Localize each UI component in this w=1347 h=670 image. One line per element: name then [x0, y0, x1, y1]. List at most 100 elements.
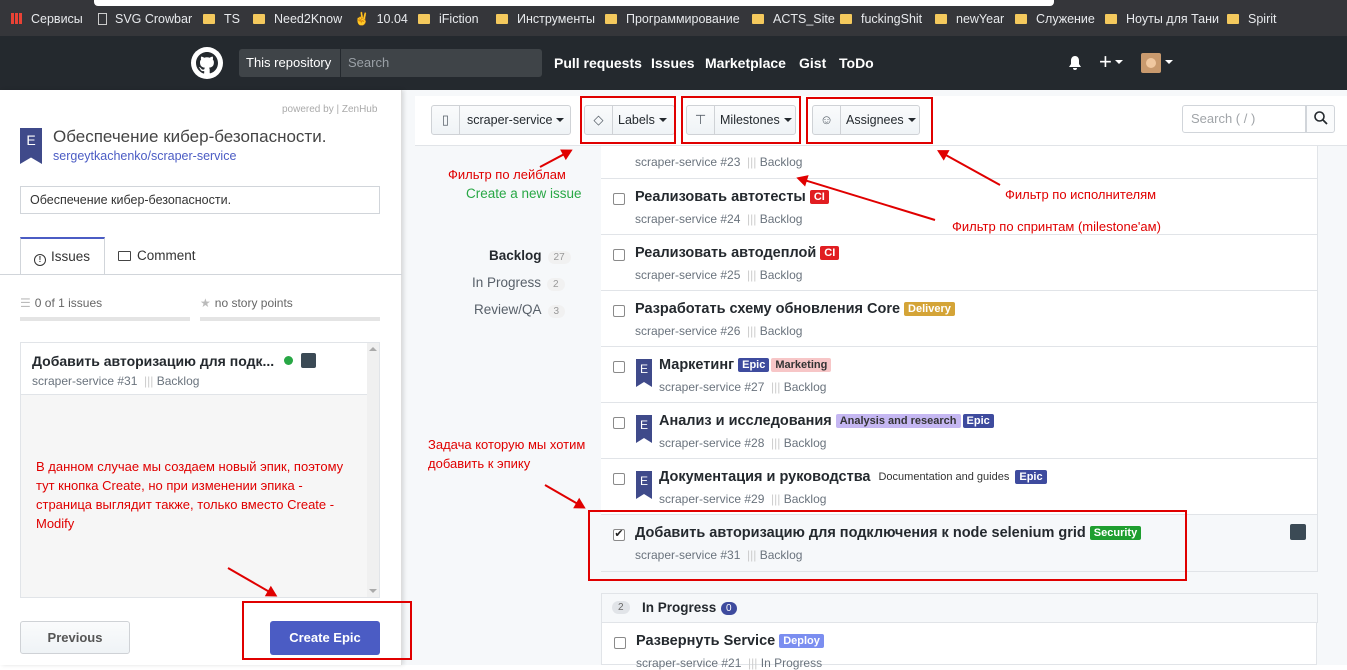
issue-checkbox[interactable] [613, 361, 625, 373]
annotation-box-create [242, 601, 412, 660]
in-progress-header[interactable]: 2 In Progress 0 [601, 593, 1318, 623]
previous-button[interactable]: Previous [20, 621, 130, 654]
issue-title: Развернуть Service Deploy [636, 633, 824, 649]
issue-meta: scraper-service #26 ||| Backlog [635, 324, 803, 338]
pipeline-review-qa[interactable]: Review/QA 3 [474, 302, 566, 318]
annotation-box-task [588, 510, 1187, 581]
issue-checkbox[interactable] [613, 249, 625, 261]
issue-meta: scraper-service #29 ||| Backlog [659, 492, 827, 506]
list-icon: ☰ [20, 296, 31, 310]
folder-icon [1227, 14, 1239, 24]
plus-icon[interactable]: + [1099, 49, 1112, 75]
issue-row[interactable]: Развернуть Service Deploy scraper-service… [601, 623, 1317, 670]
search-scope[interactable]: This repository [239, 49, 340, 77]
nav-pull-requests[interactable]: Pull requests [554, 49, 642, 77]
issue-row[interactable]: Реализовать автодеплой CI scraper-service… [601, 235, 1317, 291]
scrollbar[interactable] [367, 343, 379, 597]
tab-comment[interactable]: Comment [118, 248, 196, 263]
label-ci: CI [820, 246, 840, 260]
info-icon: ! [34, 254, 46, 266]
epic-badge: E [636, 415, 652, 443]
bookmark-apps[interactable]: Сервисы [11, 0, 83, 36]
bookmark-need2know[interactable]: Need2Know [253, 0, 342, 36]
label-documentation: Documentation and guides [874, 470, 1014, 484]
annotation-labels: Фильтр по лейблам [448, 167, 566, 182]
github-search-input[interactable]: Search [340, 49, 542, 77]
folder-icon [1015, 14, 1027, 24]
nav-marketplace[interactable]: Marketplace [705, 49, 786, 77]
bookmark-ts[interactable]: TS [203, 0, 240, 36]
folder-icon [1105, 14, 1117, 24]
folder-icon [605, 14, 617, 24]
issue-title: Добавить авторизацию для подк... [32, 353, 275, 369]
pipeline-in-progress[interactable]: In Progress 2 [472, 275, 565, 291]
annotation-task: Задача которую мы хотим добавить к эпику [428, 437, 586, 471]
bookmark-instruments[interactable]: Инструменты [496, 0, 595, 36]
board-search-input[interactable]: Search ( / ) [1182, 105, 1306, 133]
issue-title: Анализ и исследования Analysis and resear… [659, 413, 994, 429]
issue-meta: scraper-service #23 ||| Backlog [635, 155, 803, 169]
bookmark-notebooks[interactable]: Ноуты для Тани [1105, 0, 1219, 36]
bookmark-service[interactable]: Служение [1015, 0, 1095, 36]
nav-gist[interactable]: Gist [799, 49, 826, 77]
chevron-down-icon[interactable] [1165, 60, 1173, 64]
create-epic-panel: powered by | ZenHub E Обеспечение кибер-… [0, 90, 402, 665]
assignee-avatar[interactable] [1290, 524, 1306, 540]
issue-checkbox[interactable] [613, 473, 625, 485]
bookmark-spirit[interactable]: Spirit [1227, 0, 1276, 36]
bookmark-ifiction[interactable]: iFiction [418, 0, 479, 36]
avatar[interactable] [1141, 53, 1161, 73]
bell-icon[interactable] [1067, 55, 1083, 71]
epic-title: Обеспечение кибер-безопасности. [53, 127, 327, 146]
issue-row[interactable]: E Маркетинг Epic Marketing scraper-service… [601, 347, 1317, 403]
assignee-avatar[interactable] [301, 353, 316, 368]
issue-checkbox[interactable] [613, 305, 625, 317]
search-icon[interactable] [1306, 105, 1335, 133]
comment-icon [118, 251, 131, 261]
issue-title: Документация и руководства Documentation … [659, 469, 1047, 485]
list-item[interactable]: Добавить авторизацию для подк... scraper… [21, 343, 367, 395]
bookmark-fuckingshit[interactable]: fuckingShit [840, 0, 922, 36]
epic-issues-list: Добавить авторизацию для подк... scraper… [20, 342, 380, 598]
pipeline-title: In Progress [642, 600, 717, 615]
nav-todo[interactable]: ToDo [839, 49, 874, 77]
issue-checkbox[interactable] [613, 417, 625, 429]
create-issue-link[interactable]: Create a new issue [466, 186, 582, 201]
folder-icon [752, 14, 764, 24]
bookmark-1004[interactable]: ✌ 10.04 [354, 0, 408, 36]
epic-title-input[interactable]: Обеспечение кибер-безопасности. [20, 186, 380, 214]
bookmark-programming[interactable]: Программирование [605, 0, 740, 36]
issue-row[interactable]: E Документация и руководства Documentatio… [601, 459, 1317, 515]
issue-row[interactable]: Разработать схему обновления Core Deliver… [601, 291, 1317, 347]
powered-by: powered by | ZenHub [282, 104, 378, 115]
star-icon: ★ [200, 296, 211, 310]
status-dot [284, 356, 293, 365]
epic-badge: E [636, 471, 652, 499]
annotation-note: В данном случае мы создаем новый эпик, п… [36, 459, 344, 531]
victory-icon: ✌ [354, 12, 370, 26]
issue-checkbox[interactable] [614, 637, 626, 649]
repo-selector[interactable]: ▯ scraper-service [431, 105, 571, 135]
github-logo-icon[interactable] [191, 47, 223, 79]
label-marketing: Marketing [771, 358, 832, 372]
nav-issues[interactable]: Issues [651, 49, 695, 77]
chevron-down-icon[interactable] [1115, 60, 1123, 64]
issue-title: Реализовать автотесты CI [635, 189, 829, 205]
label-ci: CI [809, 190, 829, 204]
repo-link[interactable]: sergeytkachenko/scraper-service [53, 149, 236, 163]
annotation-box-labels [580, 96, 676, 144]
tab-issues[interactable]: ! Issues [20, 237, 105, 275]
label-deploy: Deploy [779, 634, 824, 648]
issue-row[interactable]: E Анализ и исследования Analysis and rese… [601, 403, 1317, 459]
label-delivery: Delivery [904, 302, 955, 316]
issue-meta: scraper-service #24 ||| Backlog [635, 212, 803, 226]
epic-badge: E [636, 359, 652, 387]
bookmark-newyear[interactable]: newYear [935, 0, 1004, 36]
repo-icon: ▯ [432, 106, 460, 134]
annotation-milestones: Фильтр по спринтам (milestone'ам) [952, 219, 1161, 234]
issue-checkbox[interactable] [613, 193, 625, 205]
annotation-box-milestones [681, 96, 801, 144]
pipeline-backlog[interactable]: Backlog 27 [489, 248, 571, 264]
bookmark-acts-site[interactable]: ACTS_Site [752, 0, 835, 36]
bookmark-svg-crowbar[interactable]: SVG Crowbar [98, 0, 192, 36]
